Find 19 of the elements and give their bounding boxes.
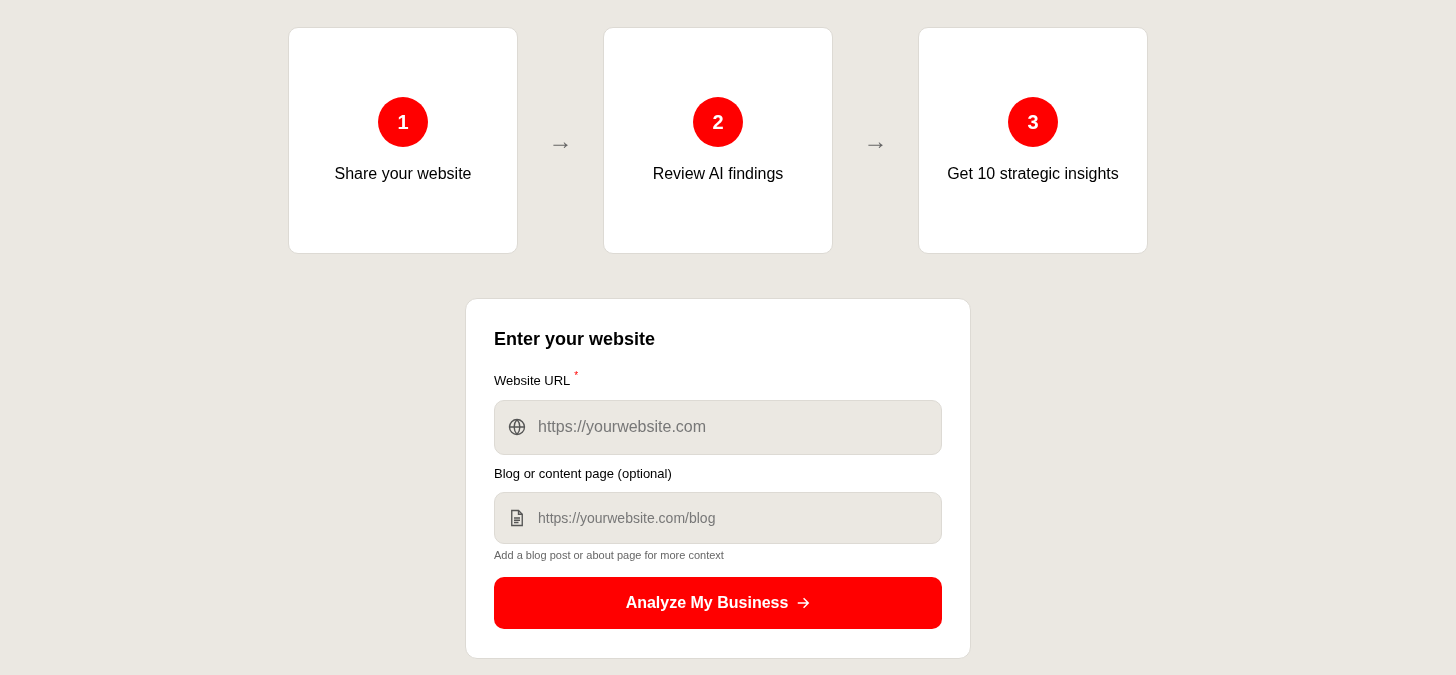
step-number: 3 [1008, 97, 1058, 147]
step-label: Review AI findings [652, 164, 784, 184]
step-label: Get 10 strategic insights [947, 164, 1119, 184]
step-arrow: → [863, 128, 888, 153]
arrow-icon [796, 595, 811, 610]
field-label: Website URL [494, 372, 571, 390]
step-number: 1 [378, 97, 428, 147]
url-field[interactable]: https://yourwebsite.com [494, 399, 942, 455]
step-arrow: → [548, 128, 573, 153]
help-text: Add a blog post or about page for more context [494, 548, 725, 563]
analyze-button[interactable]: Analyze My Business [494, 576, 942, 629]
document-icon [509, 509, 525, 527]
field-label: Blog or content page (optional) [494, 464, 672, 483]
form-title: Enter your website [494, 328, 657, 351]
step-label: Share your website [334, 164, 472, 184]
url-field[interactable]: https://yourwebsite.com/blog [494, 492, 942, 544]
globe-icon [508, 418, 526, 436]
step-number: 2 [693, 97, 743, 147]
required-mark: * [574, 371, 579, 381]
